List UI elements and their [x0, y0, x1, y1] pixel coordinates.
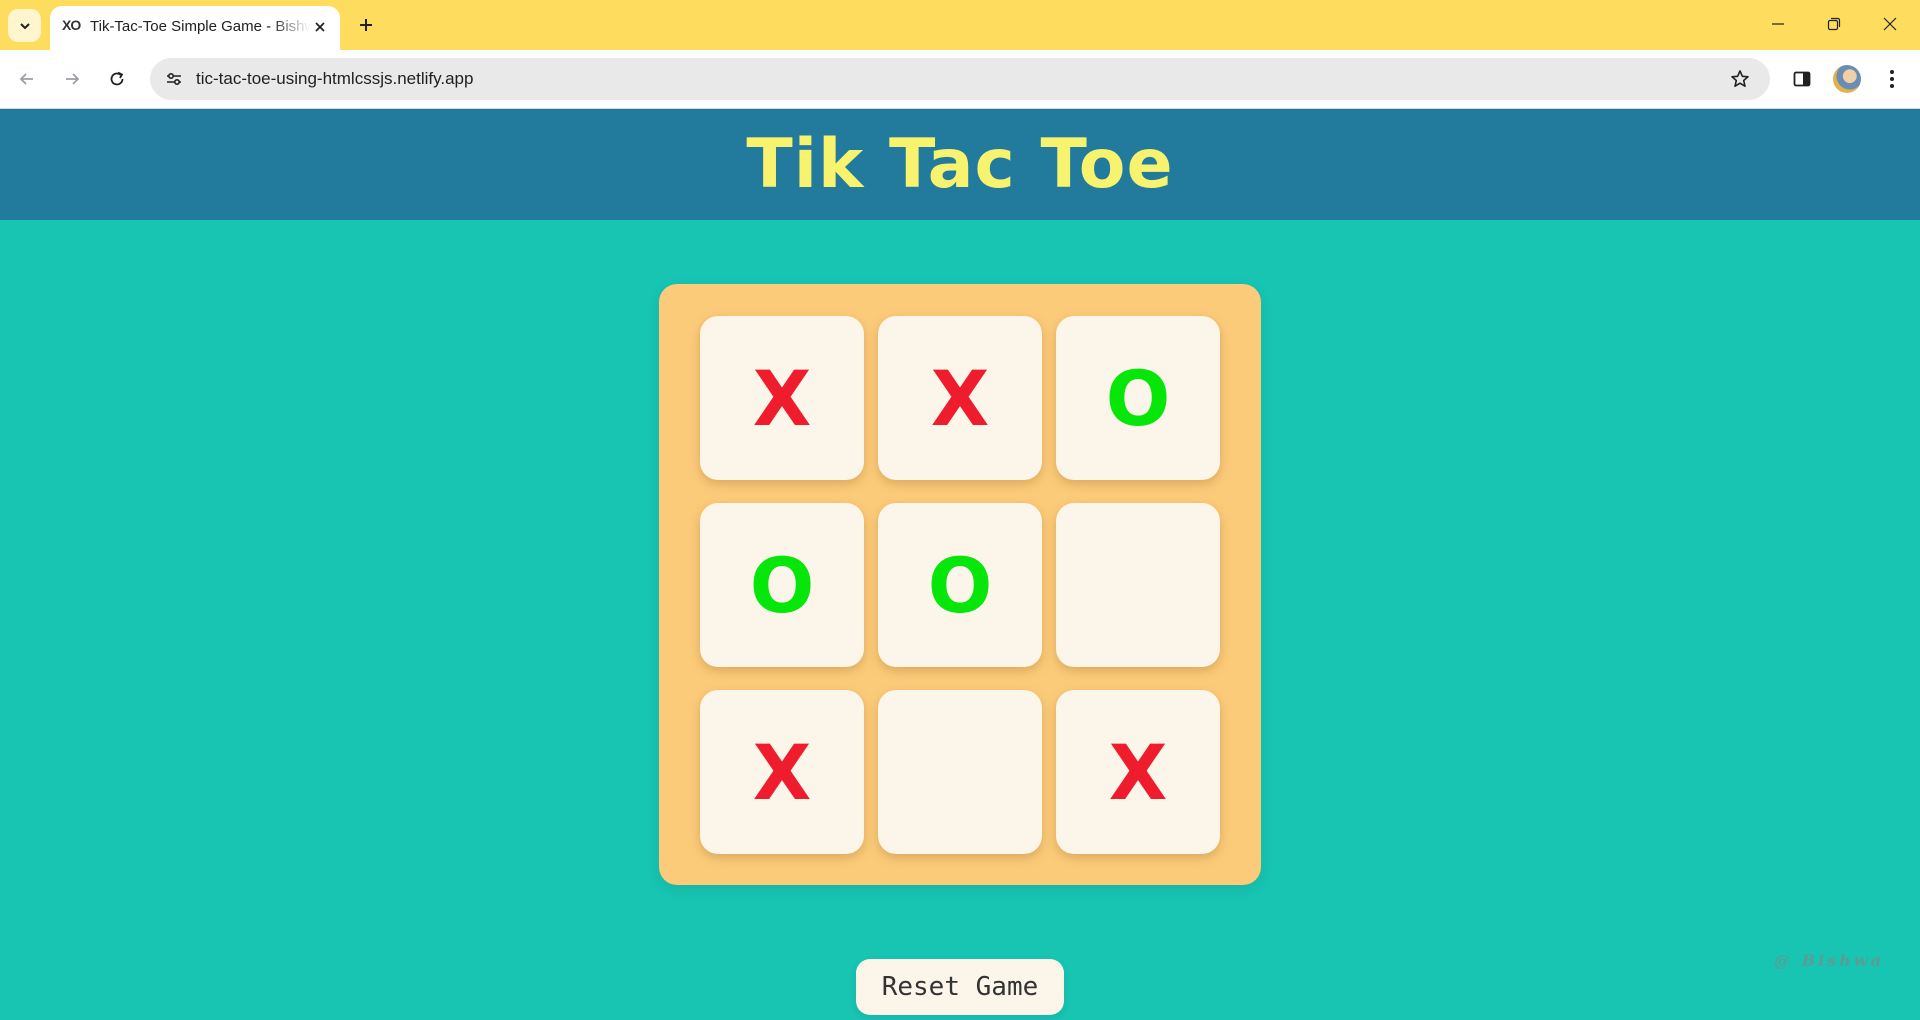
more-vertical-icon — [1890, 70, 1894, 88]
tab-search-button[interactable] — [8, 9, 41, 42]
tab-title: Tik-Tac-Toe Simple Game - Bishwa — [90, 18, 310, 35]
url-text: tic-tac-toe-using-htmlcssjs.netlify.app — [196, 69, 474, 88]
new-tab-button[interactable] — [352, 11, 380, 39]
restore-button[interactable] — [1806, 0, 1862, 48]
tab-favicon-icon: XO — [62, 17, 81, 33]
minimize-icon — [1772, 23, 1784, 25]
reset-game-button[interactable]: Reset Game — [856, 959, 1064, 1015]
board-cell-9[interactable]: X — [1056, 690, 1220, 854]
game-board: X X O O O X X — [659, 284, 1261, 885]
browser-menu-button[interactable] — [1878, 65, 1906, 93]
board-cell-5[interactable]: O — [878, 503, 1042, 667]
reload-button[interactable] — [102, 64, 132, 94]
bookmark-button[interactable] — [1728, 67, 1752, 91]
forward-button[interactable] — [57, 64, 87, 94]
page-header: Tik Tac Toe — [0, 109, 1920, 220]
close-window-button[interactable] — [1862, 0, 1918, 48]
page-title: Tik Tac Toe — [746, 125, 1174, 204]
plus-icon — [360, 19, 372, 31]
tune-icon — [167, 72, 181, 86]
board-cell-8[interactable] — [878, 690, 1042, 854]
board-cell-2[interactable]: X — [878, 316, 1042, 480]
board-cell-6[interactable] — [1056, 503, 1220, 667]
browser-toolbar: tic-tac-toe-using-htmlcssjs.netlify.app — [0, 50, 1920, 109]
board-cell-7[interactable]: X — [700, 690, 864, 854]
board-cell-3[interactable]: O — [1056, 316, 1220, 480]
board-cell-4[interactable]: O — [700, 503, 864, 667]
arrow-right-icon — [66, 73, 80, 85]
star-icon — [1731, 70, 1749, 87]
close-tab-icon[interactable] — [310, 17, 330, 37]
profile-avatar[interactable] — [1833, 65, 1861, 93]
address-bar[interactable]: tic-tac-toe-using-htmlcssjs.netlify.app — [150, 58, 1770, 100]
author-credit: @ Bishwa — [1774, 951, 1884, 970]
site-info-button[interactable] — [160, 65, 188, 93]
restore-icon — [1827, 17, 1841, 31]
chevron-down-icon — [19, 22, 30, 29]
side-panel-button[interactable] — [1788, 65, 1816, 93]
side-panel-icon — [1793, 71, 1811, 87]
close-icon — [1883, 17, 1897, 31]
back-button[interactable] — [12, 64, 42, 94]
arrow-left-icon — [19, 73, 33, 85]
browser-tab[interactable]: XO Tik-Tac-Toe Simple Game - Bishwa — [50, 6, 340, 50]
board-cell-1[interactable]: X — [700, 316, 864, 480]
browser-tab-strip: XO Tik-Tac-Toe Simple Game - Bishwa — [0, 0, 1920, 50]
minimize-button[interactable] — [1750, 0, 1806, 48]
reload-icon — [110, 71, 124, 86]
